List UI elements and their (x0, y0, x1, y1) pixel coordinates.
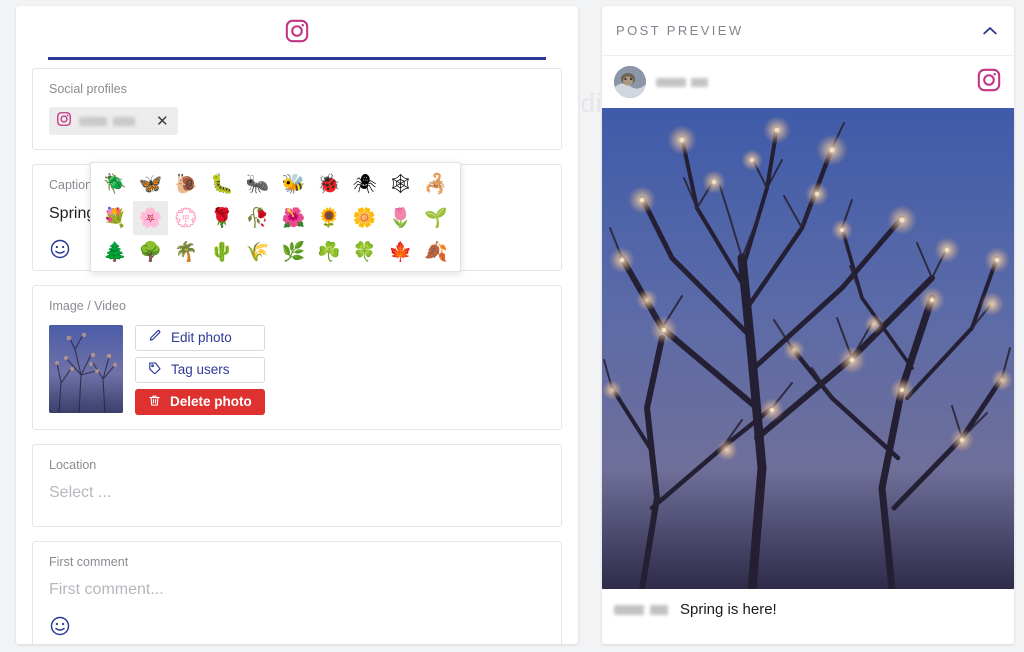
emoji-picker-popover: 🪲 🦋 🐌 🐛 🐜 🐝 🐞 🕷 🕸 🦂 💐 🌸 💮 🌹 🥀 🌺 🌻 🌼 🌷 🌱 🌲 🌳 🌴 🌵 🌾 🌿 ☘️ 🍀 🍁 🍂 (90, 162, 461, 272)
emoji-herb[interactable]: 🌿 (276, 235, 312, 269)
tag-users-button[interactable]: Tag users (135, 356, 265, 383)
delete-photo-button[interactable]: Delete photo (135, 388, 265, 415)
preview-title: POST PREVIEW (616, 23, 744, 38)
post-header (602, 56, 1014, 108)
emoji-deciduous-tree[interactable]: 🌳 (133, 235, 169, 269)
instagram-icon (56, 111, 72, 132)
emoji-snail[interactable]: 🐌 (168, 167, 204, 201)
post-preview-panel: POST PREVIEW Spring is here! (602, 6, 1014, 644)
chevron-up-icon[interactable] (980, 21, 1000, 41)
emoji-evergreen-tree[interactable]: 🌲 (97, 235, 133, 269)
location-field: Location Select ... (32, 443, 562, 527)
preview-header: POST PREVIEW (602, 6, 1014, 56)
caption-username-redacted (614, 604, 672, 615)
tag-icon (148, 361, 162, 378)
emoji-wilted-flower[interactable]: 🥀 (240, 201, 276, 235)
profile-username-redacted (79, 116, 147, 126)
delete-photo-label: Delete photo (170, 394, 252, 410)
emoji-hibiscus[interactable]: 🌺 (276, 201, 312, 235)
post-username-redacted (656, 77, 712, 87)
emoji-cherry-blossom[interactable]: 🌸 (132, 201, 169, 235)
emoji-ladybug[interactable]: 🐞 (311, 167, 347, 201)
composer-panel: Social profiles ✕ Caption Spring is here… (16, 6, 578, 644)
emoji-bouquet[interactable]: 💐 (97, 201, 133, 235)
location-label: Location (49, 457, 97, 472)
emoji-butterfly[interactable]: 🦋 (133, 167, 169, 201)
active-tab-underline (48, 57, 546, 60)
first-comment-field: First comment First comment... (32, 540, 562, 644)
first-comment-label: First comment (49, 554, 129, 569)
edit-photo-button[interactable]: Edit photo (135, 324, 265, 351)
emoji-white-flower[interactable]: 💮 (168, 201, 204, 235)
emoji-blossom[interactable]: 🌼 (347, 201, 383, 235)
emoji-four-leaf-clover[interactable]: 🍀 (347, 235, 383, 269)
post-image (602, 108, 1014, 594)
emoji-grid: 🪲 🦋 🐌 🐛 🐜 🐝 🐞 🕷 🕸 🦂 💐 🌸 💮 🌹 🥀 🌺 🌻 🌼 🌷 🌱 🌲 🌳 🌴 🌵 🌾 🌿 ☘️ 🍀 🍁 🍂 (97, 167, 454, 269)
post-caption: Spring is here! (602, 589, 1014, 632)
emoji-maple-leaf[interactable]: 🍁 (383, 235, 419, 269)
network-tab-bar (16, 6, 578, 60)
emoji-spider-web[interactable]: 🕸 (383, 167, 419, 201)
trash-icon (148, 394, 161, 410)
first-comment-input[interactable]: First comment... (49, 580, 545, 601)
location-select[interactable]: Select ... (49, 483, 545, 504)
smiley-icon[interactable] (49, 615, 71, 637)
social-profile-chip[interactable]: ✕ (49, 107, 178, 136)
composer-body: Social profiles ✕ Caption Spring is here… (16, 60, 578, 644)
social-profiles-field: Social profiles ✕ (32, 68, 562, 151)
media-label: Image / Video (49, 299, 126, 314)
edit-photo-label: Edit photo (171, 330, 232, 346)
remove-profile-button[interactable]: ✕ (154, 114, 171, 129)
emoji-spider[interactable]: 🕷 (347, 167, 383, 201)
pencil-icon (148, 329, 162, 346)
media-field: Image / Video Edit photo Tag users Delet… (32, 285, 562, 430)
instagram-icon (284, 18, 310, 49)
media-row: Edit photo Tag users Delete photo (49, 324, 545, 415)
emoji-beetle[interactable]: 🪲 (97, 167, 133, 201)
emoji-sunflower[interactable]: 🌻 (311, 201, 347, 235)
media-buttons: Edit photo Tag users Delete photo (135, 324, 265, 415)
tab-instagram[interactable] (284, 6, 310, 60)
avatar (614, 66, 646, 98)
smiley-icon[interactable] (49, 238, 71, 260)
emoji-tulip[interactable]: 🌷 (383, 201, 419, 235)
emoji-seedling[interactable]: 🌱 (418, 201, 454, 235)
emoji-honeybee[interactable]: 🐝 (276, 167, 312, 201)
caption-text: Spring is here! (680, 601, 777, 618)
social-profiles-label: Social profiles (49, 82, 127, 96)
post-author (614, 66, 712, 98)
emoji-scorpion[interactable]: 🦂 (418, 167, 454, 201)
emoji-fallen-leaf[interactable]: 🍂 (418, 235, 454, 269)
emoji-cactus[interactable]: 🌵 (204, 235, 240, 269)
emoji-ant[interactable]: 🐜 (240, 167, 276, 201)
emoji-palm-tree[interactable]: 🌴 (168, 235, 204, 269)
emoji-shamrock[interactable]: ☘️ (311, 235, 347, 269)
tag-users-label: Tag users (171, 362, 230, 378)
emoji-ear-of-rice[interactable]: 🌾 (240, 235, 276, 269)
emoji-rose[interactable]: 🌹 (204, 201, 240, 235)
emoji-bug[interactable]: 🐛 (204, 167, 240, 201)
media-thumbnail[interactable] (49, 324, 123, 413)
instagram-icon (976, 67, 1002, 98)
